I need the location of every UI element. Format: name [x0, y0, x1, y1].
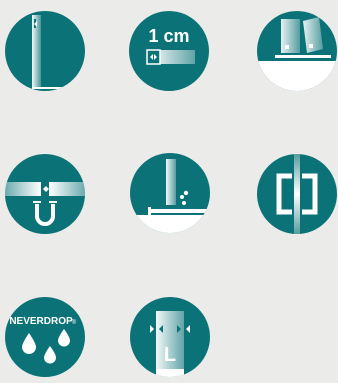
registered-mark: ® — [72, 319, 77, 326]
neverdrop-label: NEVERDROP — [9, 316, 73, 327]
feature-icon-grid: 1 cm NEVERDROP ® L — [0, 0, 338, 383]
one-cm-label: 1 cm — [148, 26, 189, 46]
water-tray-drops-icon — [130, 153, 210, 233]
magnetic-seal-icon — [5, 154, 85, 234]
neverdrop-coating-icon: NEVERDROP ® — [5, 297, 85, 377]
l-size-adjustable-icon: L — [130, 297, 210, 377]
one-cm-adjustment-icon: 1 cm — [129, 11, 209, 91]
glass-panel-wall-profile-icon — [5, 11, 85, 91]
door-handle-icon — [257, 154, 337, 234]
l-size-label: L — [164, 344, 176, 366]
hinged-glass-door-icon — [257, 11, 337, 91]
